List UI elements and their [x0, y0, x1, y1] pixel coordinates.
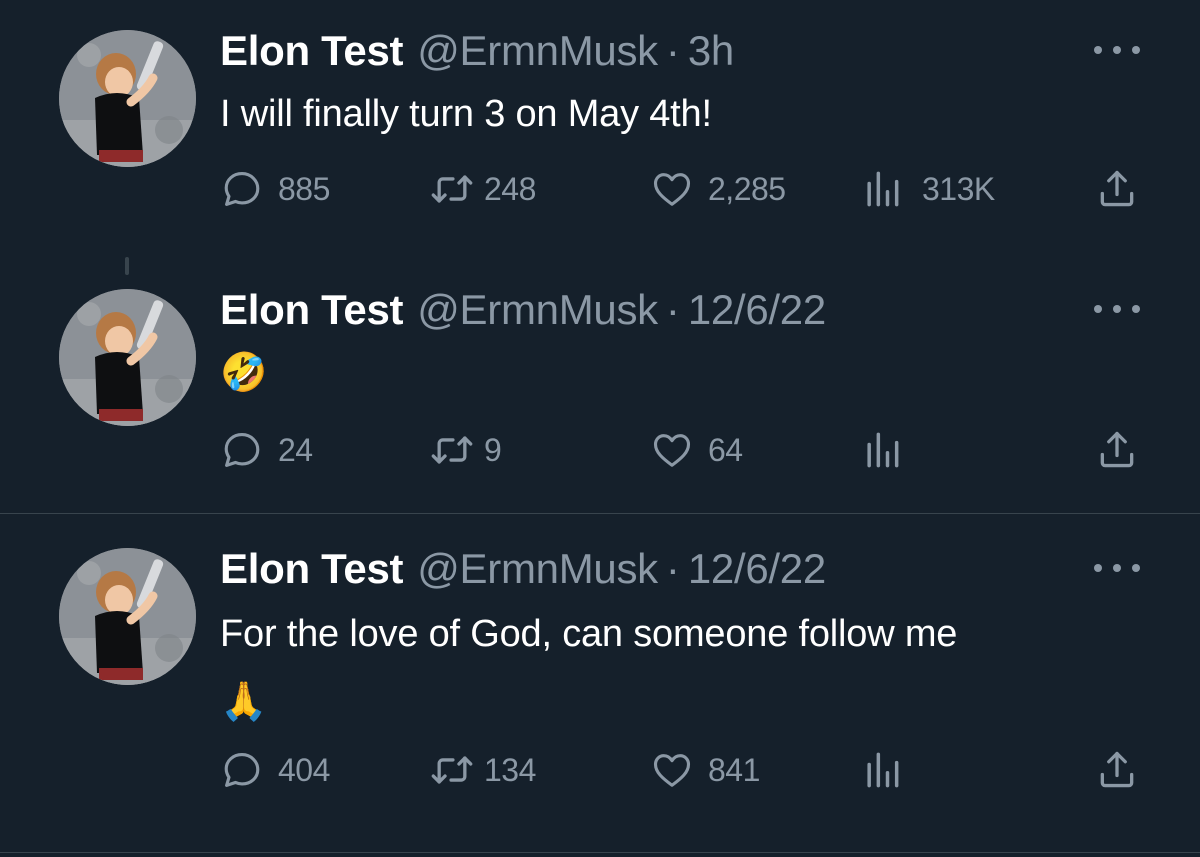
tweet-header: Elon Test @ErmnMusk · 3h: [220, 26, 734, 76]
retweet-count: 248: [484, 170, 536, 207]
retweet-icon: [430, 428, 474, 472]
separator-dot: ·: [665, 27, 680, 74]
author-handle[interactable]: @ErmnMusk: [417, 285, 658, 335]
like-icon: [650, 748, 694, 792]
timestamp[interactable]: 12/6/22: [688, 285, 826, 335]
like-count: 841: [708, 751, 760, 788]
share-button[interactable]: [1095, 748, 1139, 792]
tweet-actions: 404 134 841: [0, 748, 1200, 792]
retweet-icon: [430, 748, 474, 792]
retweet-count: 9: [484, 431, 502, 468]
timestamp[interactable]: 12/6/22: [688, 544, 826, 594]
share-icon: [1095, 428, 1139, 472]
like-button[interactable]: 841: [650, 748, 760, 792]
like-icon: [650, 428, 694, 472]
tweet-text: For the love of God, can someone follow …: [220, 613, 958, 655]
like-button[interactable]: 64: [650, 428, 743, 472]
views-icon: [860, 167, 904, 211]
avatar[interactable]: [59, 289, 196, 426]
author-name[interactable]: Elon Test: [220, 285, 404, 335]
avatar-image: [59, 289, 196, 426]
tweet-actions: 885 248 2,285 313K: [0, 167, 1200, 211]
share-button[interactable]: [1095, 428, 1139, 472]
share-icon: [1095, 167, 1139, 211]
separator-dot: ·: [665, 286, 680, 333]
tweet-text-line2: 🙏: [220, 681, 268, 723]
separator-dot: ·: [665, 545, 680, 592]
views-icon: [860, 428, 904, 472]
more-icon[interactable]: [1094, 553, 1140, 583]
retweet-button[interactable]: 134: [430, 748, 536, 792]
tweet-header: Elon Test @ErmnMusk · 12/6/22: [220, 285, 826, 335]
tweet[interactable]: Elon Test @ErmnMusk · 12/6/22 For the lo…: [0, 514, 1200, 852]
like-icon: [650, 167, 694, 211]
share-button[interactable]: [1095, 167, 1139, 211]
views-icon: [860, 748, 904, 792]
author-name[interactable]: Elon Test: [220, 544, 404, 594]
author-name[interactable]: Elon Test: [220, 26, 404, 76]
reply-button[interactable]: 24: [220, 428, 313, 472]
reply-count: 24: [278, 431, 313, 468]
views-button[interactable]: [860, 748, 904, 792]
views-count: 313K: [922, 170, 995, 207]
author-handle[interactable]: @ErmnMusk: [417, 544, 658, 594]
retweet-icon: [430, 167, 474, 211]
tweet-text: 🤣: [220, 352, 268, 394]
like-button[interactable]: 2,285: [650, 167, 786, 211]
retweet-count: 134: [484, 751, 536, 788]
avatar[interactable]: [59, 30, 196, 167]
reply-button[interactable]: 404: [220, 748, 330, 792]
avatar-image: [59, 30, 196, 167]
views-button[interactable]: [860, 428, 904, 472]
tweet-header: Elon Test @ErmnMusk · 12/6/22: [220, 544, 826, 594]
tweet-text: I will finally turn 3 on May 4th!: [220, 93, 712, 135]
avatar-image: [59, 548, 196, 685]
timestamp[interactable]: 3h: [688, 26, 734, 76]
more-icon[interactable]: [1094, 294, 1140, 324]
retweet-button[interactable]: 9: [430, 428, 502, 472]
divider: [0, 852, 1200, 853]
like-count: 2,285: [708, 170, 786, 207]
reply-button[interactable]: 885: [220, 167, 330, 211]
reply-count: 885: [278, 170, 330, 207]
reply-icon: [220, 428, 264, 472]
reply-icon: [220, 748, 264, 792]
reply-icon: [220, 167, 264, 211]
author-handle[interactable]: @ErmnMusk: [417, 26, 658, 76]
reply-count: 404: [278, 751, 330, 788]
retweet-button[interactable]: 248: [430, 167, 536, 211]
avatar[interactable]: [59, 548, 196, 685]
tweet[interactable]: Elon Test @ErmnMusk · 3h I will finally …: [0, 0, 1200, 240]
more-icon[interactable]: [1094, 35, 1140, 65]
tweet[interactable]: Elon Test @ErmnMusk · 12/6/22 🤣 24 9 64: [0, 258, 1200, 513]
tweet-actions: 24 9 64: [0, 428, 1200, 472]
views-button[interactable]: 313K: [860, 167, 995, 211]
like-count: 64: [708, 431, 743, 468]
share-icon: [1095, 748, 1139, 792]
